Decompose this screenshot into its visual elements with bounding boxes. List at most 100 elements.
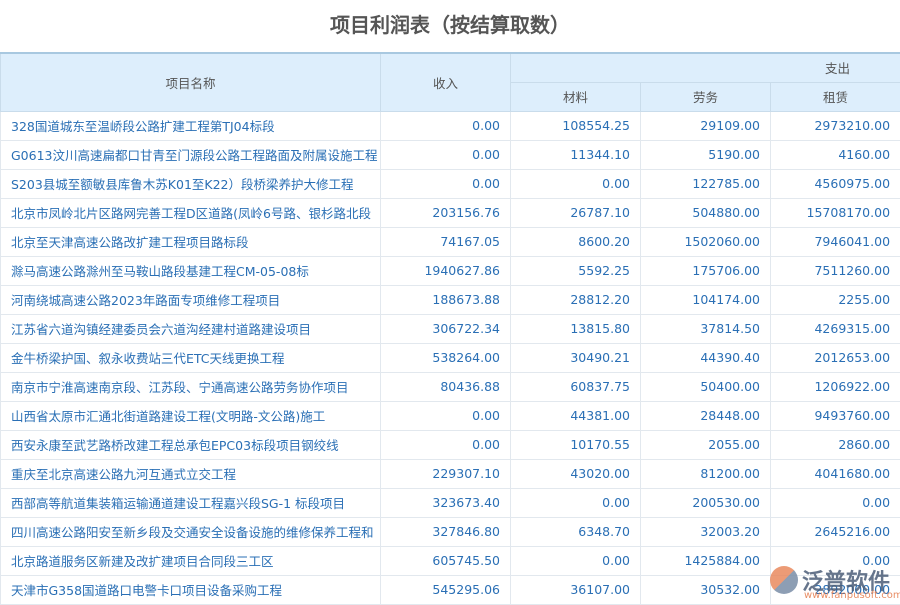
brand-url: www.fanpusoft.com: [804, 590, 900, 601]
header-expense: 支出: [511, 53, 900, 82]
table-row[interactable]: 328国道城东至温峤段公路扩建工程第TJ04标段0.00108554.25291…: [1, 111, 900, 140]
income-cell: 327846.80: [381, 517, 511, 546]
income-cell: 203156.76: [381, 198, 511, 227]
project-name-cell[interactable]: 江苏省六道沟镇经建委员会六道沟经建村道路建设项目: [1, 314, 381, 343]
table-row[interactable]: 四川高速公路阳安至新乡段及交通安全设备设施的维修保养工程和327846.8063…: [1, 517, 900, 546]
material-cell: 108554.25: [511, 111, 641, 140]
header-income: 收入: [381, 53, 511, 111]
labor-cell: 1425884.00: [641, 546, 771, 575]
table-row[interactable]: 滁马高速公路滁州至马鞍山路段基建工程CM-05-08标1940627.86559…: [1, 256, 900, 285]
labor-cell: 81200.00: [641, 459, 771, 488]
rent-cell: 4160.00: [771, 140, 900, 169]
header-name: 项目名称: [1, 53, 381, 111]
table-row[interactable]: 山西省太原市汇通北街道路建设工程(文明路-文公路)施工0.0044381.002…: [1, 401, 900, 430]
income-cell: 0.00: [381, 140, 511, 169]
material-cell: 43020.00: [511, 459, 641, 488]
material-cell: 13815.80: [511, 314, 641, 343]
rent-cell: 0.00: [771, 488, 900, 517]
material-cell: 8600.20: [511, 227, 641, 256]
material-cell: 11344.10: [511, 140, 641, 169]
table-row[interactable]: 西部高等航道集装箱运输通道建设工程嘉兴段SG-1 标段项目323673.400.…: [1, 488, 900, 517]
rent-cell: 4560975.00: [771, 169, 900, 198]
project-name-cell[interactable]: 南京市宁淮高速南京段、江苏段、宁通高速公路劳务协作项目: [1, 372, 381, 401]
project-name-cell[interactable]: 金牛桥梁护国、叙永收费站三代ETC天线更换工程: [1, 343, 381, 372]
project-name-cell[interactable]: 滁马高速公路滁州至马鞍山路段基建工程CM-05-08标: [1, 256, 381, 285]
rent-cell: 1206922.00: [771, 372, 900, 401]
labor-cell: 1502060.00: [641, 227, 771, 256]
material-cell: 26787.10: [511, 198, 641, 227]
labor-cell: 50400.00: [641, 372, 771, 401]
project-name-cell[interactable]: G0613汶川高速扁都口甘青至门源段公路工程路面及附属设施工程: [1, 140, 381, 169]
table-row[interactable]: 西安永康至武艺路桥改建工程总承包EPC03标段项目钢绞线0.0010170.55…: [1, 430, 900, 459]
project-name-cell[interactable]: 山西省太原市汇通北街道路建设工程(文明路-文公路)施工: [1, 401, 381, 430]
labor-cell: 175706.00: [641, 256, 771, 285]
income-cell: 323673.40: [381, 488, 511, 517]
material-cell: 5592.25: [511, 256, 641, 285]
rent-cell: 7511260.00: [771, 256, 900, 285]
rent-cell: 9493760.00: [771, 401, 900, 430]
header-material: 材料: [511, 82, 641, 111]
material-cell: 28812.20: [511, 285, 641, 314]
income-cell: 0.00: [381, 111, 511, 140]
header-labor: 劳务: [641, 82, 771, 111]
watermark-logo: 泛普软件 www.fanpusoft.com: [770, 564, 890, 596]
material-cell: 0.00: [511, 546, 641, 575]
table-row[interactable]: 江苏省六道沟镇经建委员会六道沟经建村道路建设项目306722.3413815.8…: [1, 314, 900, 343]
project-name-cell[interactable]: 北京路道服务区新建及改扩建项目合同段三工区: [1, 546, 381, 575]
material-cell: 10170.55: [511, 430, 641, 459]
labor-cell: 104174.00: [641, 285, 771, 314]
labor-cell: 5190.00: [641, 140, 771, 169]
table-row[interactable]: 北京至天津高速公路改扩建工程项目路标段74167.058600.20150206…: [1, 227, 900, 256]
income-cell: 188673.88: [381, 285, 511, 314]
income-cell: 306722.34: [381, 314, 511, 343]
income-cell: 74167.05: [381, 227, 511, 256]
page-title: 项目利润表（按结算取数）: [0, 0, 900, 52]
labor-cell: 28448.00: [641, 401, 771, 430]
project-name-cell[interactable]: 重庆至北京高速公路九河互通式立交工程: [1, 459, 381, 488]
income-cell: 0.00: [381, 169, 511, 198]
table-row[interactable]: 北京路道服务区新建及改扩建项目合同段三工区605745.500.00142588…: [1, 546, 900, 575]
project-name-cell[interactable]: 北京市凤岭北片区路网完善工程D区道路(凤岭6号路、银杉路北段: [1, 198, 381, 227]
project-name-cell[interactable]: 328国道城东至温峤段公路扩建工程第TJ04标段: [1, 111, 381, 140]
project-name-cell[interactable]: 北京至天津高速公路改扩建工程项目路标段: [1, 227, 381, 256]
table-row[interactable]: 北京市凤岭北片区路网完善工程D区道路(凤岭6号路、银杉路北段203156.762…: [1, 198, 900, 227]
table-row[interactable]: G0613汶川高速扁都口甘青至门源段公路工程路面及附属设施工程0.0011344…: [1, 140, 900, 169]
brand-logo-icon: [770, 566, 798, 594]
material-cell: 30490.21: [511, 343, 641, 372]
rent-cell: 2012653.00: [771, 343, 900, 372]
project-name-cell[interactable]: 河南绕城高速公路2023年路面专项维修工程项目: [1, 285, 381, 314]
project-name-cell[interactable]: 四川高速公路阳安至新乡段及交通安全设备设施的维修保养工程和: [1, 517, 381, 546]
income-cell: 0.00: [381, 401, 511, 430]
labor-cell: 504880.00: [641, 198, 771, 227]
project-name-cell[interactable]: 西部高等航道集装箱运输通道建设工程嘉兴段SG-1 标段项目: [1, 488, 381, 517]
rent-cell: 4269315.00: [771, 314, 900, 343]
table-row[interactable]: 南京市宁淮高速南京段、江苏段、宁通高速公路劳务协作项目80436.8860837…: [1, 372, 900, 401]
income-cell: 538264.00: [381, 343, 511, 372]
rent-cell: 4041680.00: [771, 459, 900, 488]
labor-cell: 29109.00: [641, 111, 771, 140]
labor-cell: 2055.00: [641, 430, 771, 459]
material-cell: 0.00: [511, 488, 641, 517]
income-cell: 605745.50: [381, 546, 511, 575]
project-name-cell[interactable]: S203县城至额敏县库鲁木苏K01至K22）段桥梁养护大修工程: [1, 169, 381, 198]
table-row[interactable]: S203县城至额敏县库鲁木苏K01至K22）段桥梁养护大修工程0.000.001…: [1, 169, 900, 198]
rent-cell: 2255.00: [771, 285, 900, 314]
material-cell: 60837.75: [511, 372, 641, 401]
income-cell: 80436.88: [381, 372, 511, 401]
header-rent: 租赁: [771, 82, 900, 111]
rent-cell: 2860.00: [771, 430, 900, 459]
income-cell: 0.00: [381, 430, 511, 459]
labor-cell: 122785.00: [641, 169, 771, 198]
table-row[interactable]: 重庆至北京高速公路九河互通式立交工程229307.1043020.0081200…: [1, 459, 900, 488]
labor-cell: 32003.20: [641, 517, 771, 546]
table-row[interactable]: 金牛桥梁护国、叙永收费站三代ETC天线更换工程538264.0030490.21…: [1, 343, 900, 372]
profit-table: 项目名称 收入 支出 材料 劳务 租赁 328国道城东至温峤段公路扩建工程第TJ…: [0, 52, 900, 605]
rent-cell: 15708170.00: [771, 198, 900, 227]
rent-cell: 2973210.00: [771, 111, 900, 140]
income-cell: 1940627.86: [381, 256, 511, 285]
header-expense-label: 支出: [825, 61, 850, 76]
material-cell: 44381.00: [511, 401, 641, 430]
table-row[interactable]: 河南绕城高速公路2023年路面专项维修工程项目188673.8828812.20…: [1, 285, 900, 314]
project-name-cell[interactable]: 西安永康至武艺路桥改建工程总承包EPC03标段项目钢绞线: [1, 430, 381, 459]
material-cell: 0.00: [511, 169, 641, 198]
